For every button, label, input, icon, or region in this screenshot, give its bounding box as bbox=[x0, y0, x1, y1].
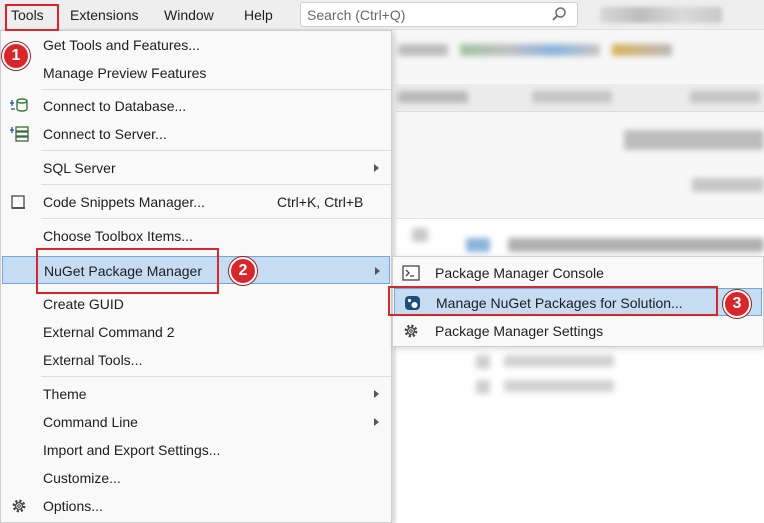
annotation-box-nuget-manager bbox=[36, 248, 219, 294]
submenu-item-label: Package Manager Console bbox=[435, 265, 604, 281]
menu-item-options[interactable]: Options... bbox=[2, 492, 390, 520]
menu-item-label: Create GUID bbox=[43, 296, 124, 312]
gear-icon bbox=[404, 324, 418, 338]
menu-item-import-export-settings[interactable]: Import and Export Settings... bbox=[2, 436, 390, 464]
menu-item-label: Command Line bbox=[43, 414, 138, 430]
blurred-row-text-2 bbox=[504, 380, 614, 392]
menu-separator bbox=[41, 89, 391, 90]
menu-item-label: Choose Toolbox Items... bbox=[43, 228, 193, 244]
annotation-box-tools bbox=[5, 4, 59, 31]
blurred-row-text bbox=[504, 355, 614, 367]
menu-item-command-line[interactable]: Command Line bbox=[2, 408, 390, 436]
blurred-row-icon bbox=[476, 355, 490, 369]
menu-item-label: Get Tools and Features... bbox=[43, 37, 200, 53]
blurred-toolbar-text bbox=[398, 44, 448, 56]
step-badge-2: 2 bbox=[229, 257, 257, 285]
menu-window[interactable]: Window bbox=[164, 0, 214, 30]
menu-item-label: Code Snippets Manager... bbox=[43, 194, 205, 210]
code-snippets-icon bbox=[11, 195, 25, 209]
blurred-row-icon-2 bbox=[476, 380, 490, 394]
menu-item-label: Customize... bbox=[43, 470, 121, 486]
blurred-tab-1 bbox=[398, 91, 468, 103]
blurred-item-icon bbox=[412, 228, 428, 242]
menu-item-sql-server[interactable]: SQL Server bbox=[2, 154, 390, 182]
blurred-item-text bbox=[508, 238, 764, 252]
menu-item-label: Manage Preview Features bbox=[43, 65, 207, 81]
menu-help[interactable]: Help bbox=[244, 0, 273, 30]
console-icon bbox=[402, 265, 420, 281]
menu-item-preview-features[interactable]: Manage Preview Features bbox=[2, 59, 390, 87]
menu-item-shortcut: Ctrl+K, Ctrl+B bbox=[277, 194, 364, 210]
blurred-toolbar-icons bbox=[460, 44, 600, 56]
account-name-blurred bbox=[600, 7, 722, 23]
menu-item-code-snippets[interactable]: Code Snippets Manager... Ctrl+K, Ctrl+B bbox=[2, 188, 390, 216]
blurred-item-icon-2 bbox=[466, 238, 490, 252]
menu-item-label: Theme bbox=[43, 386, 87, 402]
menu-separator bbox=[41, 184, 391, 185]
menu-item-connect-server[interactable]: Connect to Server... bbox=[2, 120, 390, 148]
menu-item-create-guid[interactable]: Create GUID bbox=[2, 290, 390, 318]
chevron-right-icon bbox=[375, 267, 380, 275]
menu-item-label: External Command 2 bbox=[43, 324, 175, 340]
annotation-box-manage-packages bbox=[388, 286, 718, 316]
menu-item-customize[interactable]: Customize... bbox=[2, 464, 390, 492]
submenu-item-package-manager-settings[interactable]: Package Manager Settings bbox=[394, 317, 762, 345]
menu-item-label: Connect to Database... bbox=[43, 98, 187, 114]
menu-item-external-tools[interactable]: External Tools... bbox=[2, 346, 390, 374]
menu-item-toolbox-items[interactable]: Choose Toolbox Items... bbox=[2, 222, 390, 250]
submenu-item-package-manager-console[interactable]: Package Manager Console bbox=[394, 259, 762, 287]
menu-separator bbox=[41, 150, 391, 151]
step-badge-1: 1 bbox=[2, 42, 30, 70]
menu-item-get-tools[interactable]: Get Tools and Features... bbox=[2, 31, 390, 59]
search-box[interactable] bbox=[300, 2, 578, 27]
submenu-item-label: Package Manager Settings bbox=[435, 323, 604, 339]
step-badge-3: 3 bbox=[723, 290, 751, 318]
menu-separator bbox=[41, 376, 391, 377]
menu-item-connect-database[interactable]: Connect to Database... bbox=[2, 92, 390, 120]
search-icon bbox=[552, 7, 566, 21]
blurred-heading bbox=[624, 130, 764, 150]
chevron-right-icon bbox=[374, 418, 379, 426]
menu-item-label: SQL Server bbox=[43, 160, 116, 176]
database-connect-icon bbox=[10, 98, 28, 112]
menu-item-label: External Tools... bbox=[43, 352, 143, 368]
menu-extensions[interactable]: Extensions bbox=[70, 0, 138, 30]
menu-item-theme[interactable]: Theme bbox=[2, 380, 390, 408]
menu-item-label: Connect to Server... bbox=[43, 126, 167, 142]
menu-bar: Tools Extensions Window Help bbox=[0, 0, 764, 30]
chevron-right-icon bbox=[374, 164, 379, 172]
blurred-toolbar-icons-2 bbox=[612, 44, 672, 56]
menu-separator bbox=[41, 218, 391, 219]
chevron-right-icon bbox=[374, 390, 379, 398]
server-connect-icon bbox=[10, 126, 29, 142]
menu-item-label: Options... bbox=[43, 498, 103, 514]
gear-icon bbox=[12, 499, 26, 513]
blurred-subheading bbox=[692, 178, 764, 192]
search-input[interactable] bbox=[301, 3, 541, 26]
menu-item-label: Import and Export Settings... bbox=[43, 442, 221, 458]
blurred-tab-3 bbox=[690, 91, 760, 103]
menu-item-external-command-2[interactable]: External Command 2 bbox=[2, 318, 390, 346]
blurred-tab-2 bbox=[532, 91, 612, 103]
